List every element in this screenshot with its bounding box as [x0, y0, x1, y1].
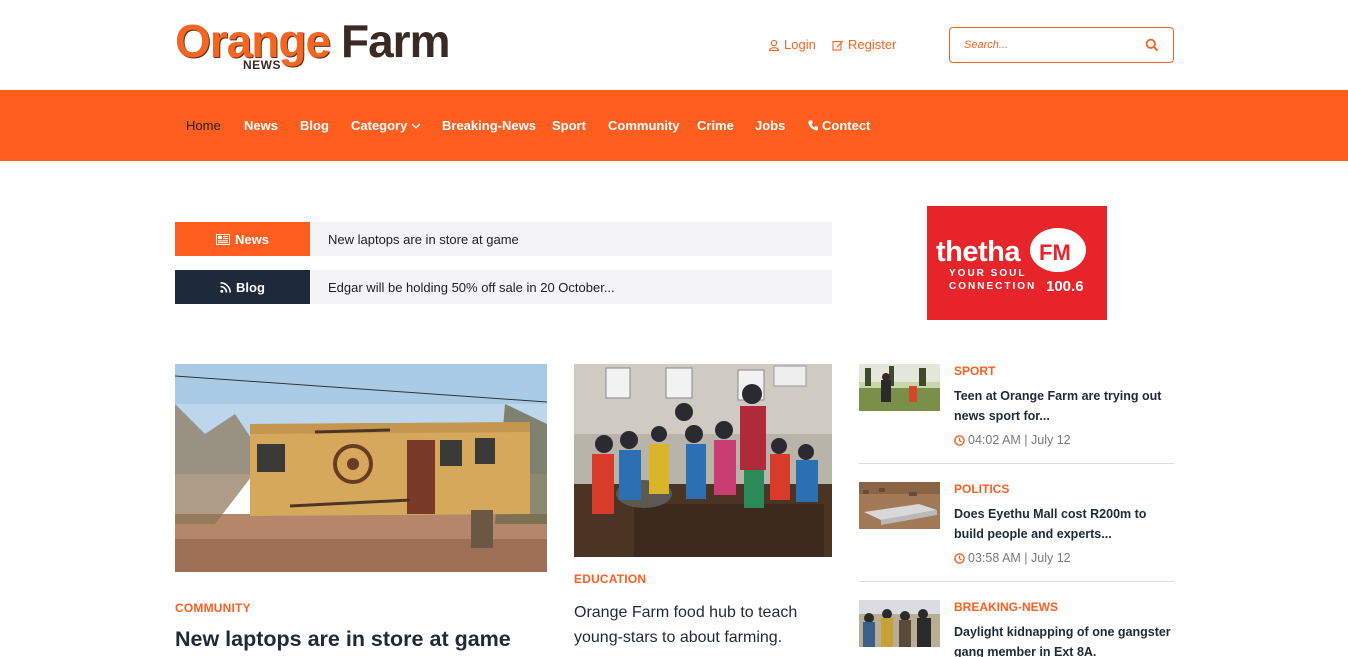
news-ticker: News New laptops are in store at game: [175, 222, 832, 256]
ad-slogan: YOUR SOUL CONNECTION: [949, 267, 1059, 293]
side-article-title[interactable]: Teen at Orange Farm are trying out news …: [954, 386, 1174, 426]
nav-item-sport[interactable]: Sport: [552, 118, 586, 133]
nav-item-label: Jobs: [755, 118, 786, 133]
kidnapping-photo: [859, 600, 940, 647]
nav-item-label: Community: [608, 118, 680, 133]
logo-farm-text: Farm: [341, 15, 450, 67]
nav-item-community[interactable]: Community: [608, 118, 680, 133]
news-ticker-tag-label: News: [235, 231, 269, 247]
login-label: Login: [784, 37, 816, 52]
nav-item-crime[interactable]: Crime: [697, 118, 734, 133]
search-icon[interactable]: [1145, 38, 1159, 52]
register-label: Register: [848, 37, 897, 52]
blog-ticker-headline[interactable]: Edgar will be holding 50% off sale in 20…: [310, 270, 832, 304]
main-nav: Home News Blog Category Breaking-News Sp…: [0, 90, 1348, 161]
site-logo[interactable]: Orange Farm NEWS: [175, 14, 465, 74]
search-input[interactable]: [964, 39, 1134, 51]
sport-photo: [859, 364, 940, 411]
side-article-thumbnail[interactable]: [859, 600, 940, 647]
logo-news-text: NEWS: [243, 58, 281, 72]
side-article-time: 04:02 AM | July 12: [968, 433, 1071, 447]
side-article-category[interactable]: BREAKING-NEWS: [954, 600, 1058, 614]
ad-brand-text: thetha: [936, 236, 1021, 268]
divider: [859, 463, 1174, 464]
ad-frequency: 100.6: [1046, 278, 1084, 295]
nav-item-blog[interactable]: Blog: [300, 118, 329, 133]
featured-category-education[interactable]: EDUCATION: [574, 572, 646, 586]
edit-icon: [832, 40, 844, 51]
featured-title-community[interactable]: New laptops are in store at game: [175, 627, 511, 652]
ad-slogan-line: YOUR SOUL: [949, 268, 1027, 279]
blog-ticker-tag[interactable]: Blog: [175, 270, 310, 304]
blog-ticker: Blog Edgar will be holding 50% off sale …: [175, 270, 832, 304]
news-ticker-headline[interactable]: New laptops are in store at game: [310, 222, 832, 256]
nav-item-category[interactable]: Category: [351, 118, 421, 133]
food-hub-photo: [574, 364, 832, 557]
nav-item-label: Contect: [822, 118, 871, 133]
clock-icon: [954, 434, 965, 446]
nav-item-label: Blog: [300, 118, 329, 133]
side-article-meta: 04:02 AM | July 12: [954, 433, 1071, 447]
side-article-category[interactable]: SPORT: [954, 364, 995, 378]
nav-item-contect[interactable]: Contect: [808, 118, 870, 133]
blog-ticker-tag-label: Blog: [236, 279, 265, 295]
divider: [859, 581, 1174, 582]
nav-item-label: Sport: [552, 118, 586, 133]
featured-image-education[interactable]: [574, 364, 832, 557]
nav-item-label: Category: [351, 118, 408, 133]
featured-category-community[interactable]: COMMUNITY: [175, 601, 251, 615]
side-article-meta: 03:58 AM | July 12: [954, 551, 1071, 565]
site-header: Orange Farm NEWS Login Register: [0, 0, 1348, 90]
login-link[interactable]: Login: [768, 37, 816, 52]
mall-aerial-photo: [859, 482, 940, 529]
newspaper-icon: [216, 233, 231, 245]
side-article-time: 03:58 AM | July 12: [968, 551, 1071, 565]
nav-item-news[interactable]: News: [244, 118, 278, 133]
chevron-down-icon: [411, 123, 421, 129]
nav-item-label: Breaking-News: [442, 118, 536, 133]
nav-item-label: News: [244, 118, 278, 133]
nav-item-breaking-news[interactable]: Breaking-News: [442, 118, 536, 133]
featured-title-education[interactable]: Orange Farm food hub to teach young-star…: [574, 600, 797, 650]
featured-title-line: young-stars to about farming.: [574, 629, 783, 646]
side-article-title[interactable]: Daylight kidnapping of one gangster gang…: [954, 622, 1174, 657]
user-icon: [768, 39, 780, 51]
side-article-title[interactable]: Does Eyethu Mall cost R200m to build peo…: [954, 504, 1174, 544]
side-article-category[interactable]: POLITICS: [954, 482, 1009, 496]
container-photo: [175, 364, 547, 572]
ad-slogan-line: CONNECTION: [949, 281, 1037, 292]
nav-item-home[interactable]: Home: [186, 118, 221, 133]
nav-item-label: Crime: [697, 118, 734, 133]
side-article-thumbnail[interactable]: [859, 482, 940, 529]
clock-icon: [954, 552, 965, 564]
featured-image-community[interactable]: [175, 364, 547, 572]
featured-title-line: Orange Farm food hub to teach: [574, 604, 798, 621]
rss-icon: [220, 281, 232, 293]
nav-item-jobs[interactable]: Jobs: [755, 118, 785, 133]
ad-fm-text: FM: [1039, 240, 1071, 265]
thetha-fm-ad-banner[interactable]: thetha FM YOUR SOUL CONNECTION 100.6: [927, 206, 1107, 320]
search-box: [949, 27, 1174, 63]
nav-item-label: Home: [186, 118, 221, 133]
phone-icon: [808, 120, 818, 131]
register-link[interactable]: Register: [832, 37, 896, 52]
news-ticker-tag[interactable]: News: [175, 222, 310, 256]
side-article-thumbnail[interactable]: [859, 364, 940, 411]
